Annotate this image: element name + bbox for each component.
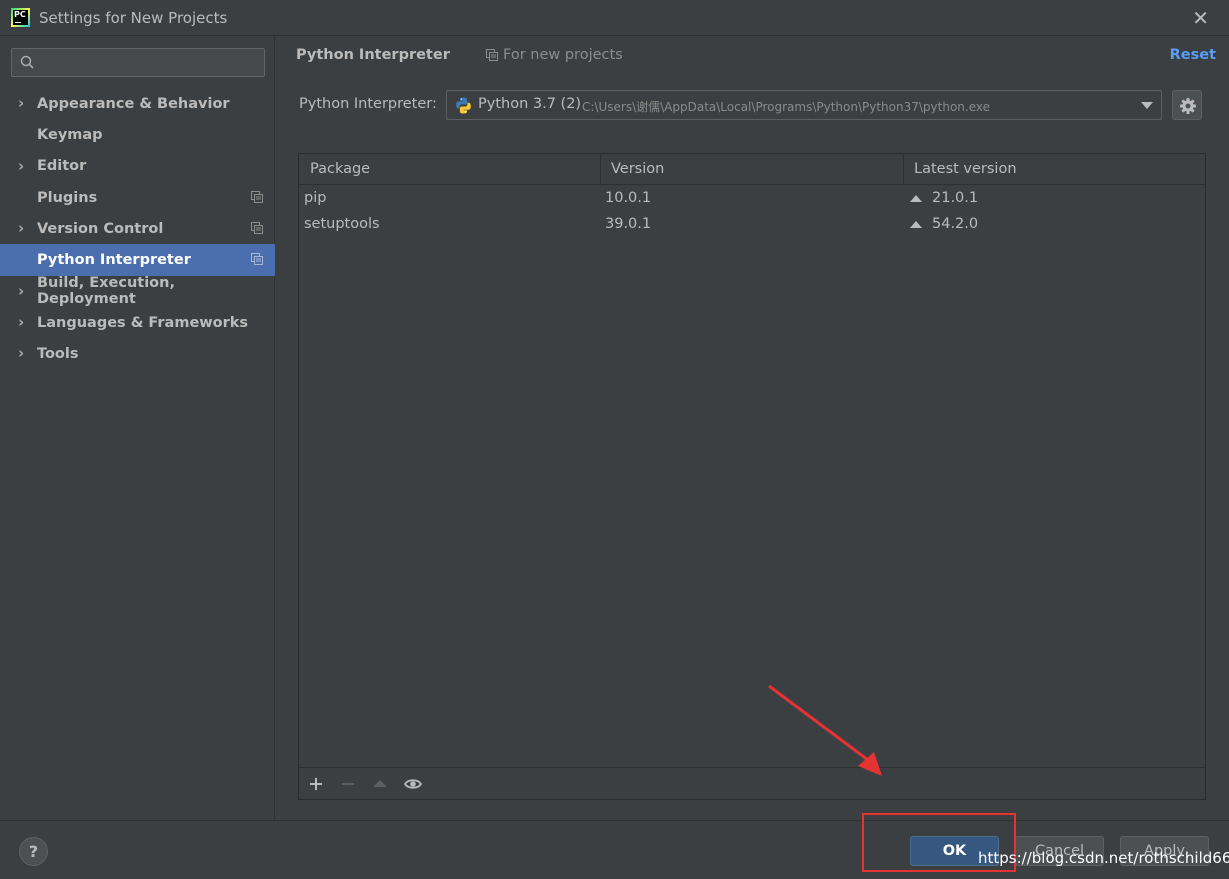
chevron-right-icon[interactable]: ›	[18, 221, 30, 236]
page-title: Python Interpreter	[296, 47, 450, 63]
chevron-right-icon[interactable]: ›	[18, 96, 30, 111]
scope-indicator: For new projects	[486, 47, 623, 63]
table-header: Package Version Latest version	[299, 154, 1205, 185]
sidebar-item-label: Python Interpreter	[37, 252, 191, 269]
sidebar-item-label: Plugins	[37, 189, 98, 206]
interpreter-name: Python 3.7 (2)	[478, 96, 582, 112]
sidebar-item-label: Editor	[37, 158, 87, 175]
column-header-version[interactable]: Version	[611, 161, 664, 177]
package-version: 39.0.1	[605, 216, 652, 232]
project-scope-icon	[251, 190, 263, 203]
scope-label: For new projects	[503, 47, 623, 63]
sidebar-item-plugins[interactable]: Plugins	[0, 182, 275, 213]
table-row[interactable]: pip 10.0.1 21.0.1	[299, 186, 1205, 212]
interpreter-path: C:\Users\谢儒\AppData\Local\Programs\Pytho…	[582, 100, 990, 114]
package-version: 10.0.1	[605, 190, 652, 206]
package-latest-version: 54.2.0	[932, 216, 979, 232]
packages-toolbar	[299, 767, 1205, 799]
chevron-right-icon[interactable]: ›	[18, 283, 30, 298]
search-icon	[20, 55, 34, 69]
settings-search[interactable]	[11, 48, 265, 77]
project-scope-icon	[251, 253, 263, 266]
annotation-arrow	[768, 684, 882, 776]
sidebar-item-label: Keymap	[37, 126, 103, 143]
column-header-latest-version[interactable]: Latest version	[914, 161, 1017, 177]
upgrade-available-icon	[910, 195, 922, 202]
sidebar-item-appearance-behavior[interactable]: › Appearance & Behavior	[0, 88, 275, 119]
project-scope-icon	[251, 222, 263, 235]
column-header-package[interactable]: Package	[310, 161, 370, 177]
upgrade-package-icon[interactable]	[371, 775, 389, 793]
watermark-text: https://blog.csdn.net/rothschild666	[978, 849, 1229, 867]
interpreter-label: Python Interpreter:	[299, 96, 437, 112]
dropdown-arrow-icon[interactable]	[1141, 102, 1153, 109]
sidebar-item-keymap[interactable]: Keymap	[0, 119, 275, 150]
project-scope-icon	[486, 49, 498, 61]
sidebar-item-build-execution-deployment[interactable]: › Build, Execution, Deployment	[0, 275, 275, 308]
title-bar: PC Settings for New Projects ✕	[0, 0, 1229, 36]
close-icon[interactable]: ✕	[1192, 8, 1209, 28]
window-title: Settings for New Projects	[39, 9, 228, 27]
python-logo-icon	[456, 97, 471, 114]
column-divider[interactable]	[903, 154, 904, 185]
sidebar-item-label: Version Control	[37, 220, 164, 237]
search-input[interactable]	[40, 52, 260, 73]
interpreter-select[interactable]: Python 3.7 (2) C:\Users\谢儒\AppData\Local…	[446, 90, 1162, 120]
show-early-releases-eye-icon[interactable]	[404, 775, 422, 793]
remove-package-icon[interactable]	[339, 775, 357, 793]
package-latest-version: 21.0.1	[932, 190, 979, 206]
reset-link[interactable]: Reset	[1170, 47, 1216, 63]
sidebar-item-label: Appearance & Behavior	[37, 95, 230, 112]
sidebar-item-label: Build, Execution, Deployment	[37, 275, 175, 308]
chevron-right-icon[interactable]: ›	[18, 315, 30, 330]
settings-nav: › Appearance & Behavior Keymap › Editor …	[0, 88, 275, 370]
app-icon-text: PC	[13, 10, 28, 25]
packages-table: Package Version Latest version pip 10.0.…	[298, 153, 1206, 800]
sidebar-item-languages-frameworks[interactable]: › Languages & Frameworks	[0, 307, 275, 338]
column-divider[interactable]	[600, 154, 601, 185]
sidebar-item-editor[interactable]: › Editor	[0, 151, 275, 182]
sidebar-item-label: Languages & Frameworks	[37, 314, 249, 331]
table-row[interactable]: setuptools 39.0.1 54.2.0	[299, 212, 1205, 238]
interpreter-settings-button[interactable]	[1172, 90, 1202, 120]
sidebar-item-python-interpreter[interactable]: Python Interpreter	[0, 244, 275, 276]
settings-sidebar: › Appearance & Behavior Keymap › Editor …	[0, 36, 275, 820]
sidebar-item-tools[interactable]: › Tools	[0, 338, 275, 369]
package-name: setuptools	[304, 216, 380, 232]
gear-icon	[1180, 98, 1196, 114]
pycharm-logo-icon: PC	[11, 8, 30, 27]
chevron-right-icon[interactable]: ›	[18, 346, 30, 361]
chevron-right-icon[interactable]: ›	[18, 158, 30, 173]
upgrade-available-icon	[910, 221, 922, 228]
help-button[interactable]: ?	[19, 837, 48, 866]
sidebar-item-version-control[interactable]: › Version Control	[0, 213, 275, 244]
settings-content: Python Interpreter For new projects Rese…	[276, 36, 1229, 820]
add-package-icon[interactable]	[307, 775, 325, 793]
sidebar-item-label: Tools	[37, 346, 79, 363]
package-name: pip	[304, 190, 327, 206]
